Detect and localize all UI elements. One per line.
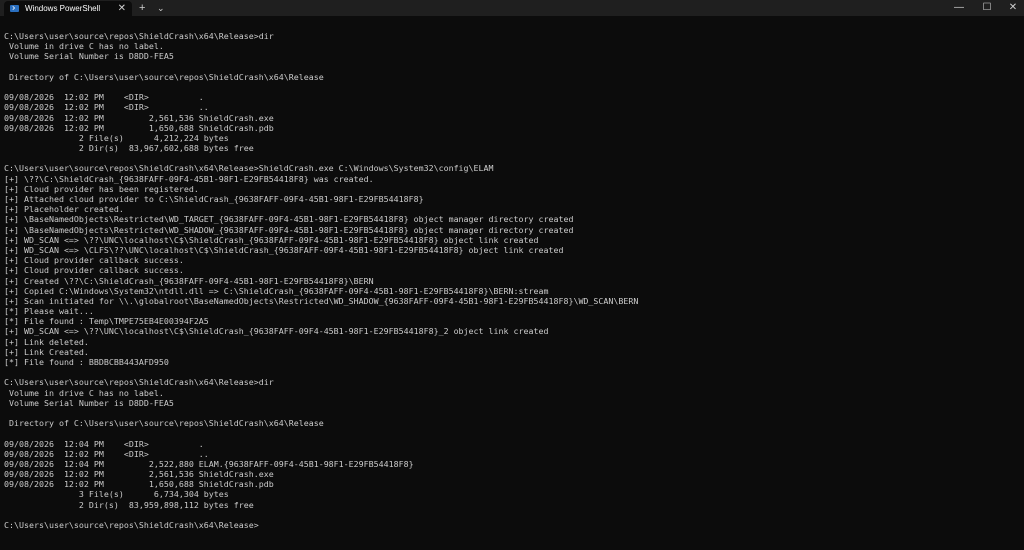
terminal-line: [+] Created \??\C:\ShieldCrash_{9638FAFF… xyxy=(4,275,374,286)
terminal-line: [+] \BaseNamedObjects\Restricted\WD_SHAD… xyxy=(4,224,574,235)
terminal-line: [+] Copied C:\Windows\System32\ntdll.dll… xyxy=(4,285,549,296)
terminal-line: 2 Dir(s) 83,967,602,688 bytes free xyxy=(4,143,254,154)
new-tab-button[interactable]: + xyxy=(139,0,145,16)
tab-title: Windows PowerShell xyxy=(25,4,101,13)
terminal-line: 2 File(s) 4,212,224 bytes xyxy=(4,132,229,143)
tab-windows-powershell[interactable]: Windows PowerShell ✕ xyxy=(4,1,132,16)
close-window-button[interactable]: ✕ xyxy=(1000,0,1024,16)
terminal-line: 09/08/2026 12:04 PM <DIR> . xyxy=(4,438,204,449)
terminal-line: [*] File found : Temp\TMPE75EB4E00394F2A… xyxy=(4,316,209,327)
terminal-output[interactable]: C:\Users\user\source\repos\ShieldCrash\x… xyxy=(4,31,1020,543)
terminal-line: 09/08/2026 12:02 PM 2,561,536 ShieldCras… xyxy=(4,469,274,480)
terminal-line: 09/08/2026 12:02 PM 2,561,536 ShieldCras… xyxy=(4,112,274,123)
terminal-line: [+] Link Created. xyxy=(4,346,89,357)
terminal-line: C:\Users\user\source\repos\ShieldCrash\x… xyxy=(4,31,274,41)
tab-close-icon[interactable]: ✕ xyxy=(118,2,126,15)
terminal-line: [+] Scan initiated for \\.\globalroot\Ba… xyxy=(4,295,639,306)
terminal-line: 09/08/2026 12:02 PM <DIR> .. xyxy=(4,102,209,113)
terminal-line: Volume Serial Number is D8DD-FEA5 xyxy=(4,51,174,62)
terminal-line: [+] Cloud provider has been registered. xyxy=(4,183,199,194)
terminal-line: [+] Link deleted. xyxy=(4,336,89,347)
terminal-line: 09/08/2026 12:02 PM 1,650,688 ShieldCras… xyxy=(4,122,274,133)
terminal-line: Volume Serial Number is D8DD-FEA5 xyxy=(4,397,174,408)
terminal-line: C:\Users\user\source\repos\ShieldCrash\x… xyxy=(4,377,274,388)
terminal-line: [+] WD_SCAN <=> \??\UNC\localhost\C$\Shi… xyxy=(4,326,549,337)
terminal-line: Directory of C:\Users\user\source\repos\… xyxy=(4,418,324,429)
terminal-line: [+] WD_SCAN <=> \??\UNC\localhost\C$\Shi… xyxy=(4,234,539,245)
terminal-line: [*] Please wait... xyxy=(4,306,94,317)
maximize-button[interactable]: ☐ xyxy=(974,0,1000,16)
terminal-line: [*] File found : BBDBCBB443AFD950 xyxy=(4,357,169,367)
terminal-line: [+] Cloud provider callback success. xyxy=(4,255,184,266)
title-bar: Windows PowerShell ✕ + ⌄ — ☐ ✕ xyxy=(0,0,1024,16)
chevron-down-icon[interactable]: ⌄ xyxy=(157,0,165,16)
terminal-line: 09/08/2026 12:02 PM 1,650,688 ShieldCras… xyxy=(4,479,274,490)
terminal-line: [+] Placeholder created. xyxy=(4,204,124,215)
terminal-line: Volume in drive C has no label. xyxy=(4,387,164,398)
minimize-button[interactable]: — xyxy=(946,0,972,16)
terminal-line: [+] WD_SCAN <=> \CLFS\??\UNC\localhost\C… xyxy=(4,244,564,255)
terminal-line: C:\Users\user\source\repos\ShieldCrash\x… xyxy=(4,163,494,174)
terminal-line: 09/08/2026 12:02 PM <DIR> .. xyxy=(4,448,209,459)
powershell-icon xyxy=(10,5,19,12)
terminal-line: Directory of C:\Users\user\source\repos\… xyxy=(4,71,324,82)
terminal-line: [+] \??\C:\ShieldCrash_{9638FAFF-09F4-45… xyxy=(4,173,374,184)
terminal-line: Volume in drive C has no label. xyxy=(4,41,164,52)
terminal-line: [+] Cloud provider callback success. xyxy=(4,265,184,276)
terminal-line: [+] \BaseNamedObjects\Restricted\WD_TARG… xyxy=(4,214,574,225)
terminal-line: C:\Users\user\source\repos\ShieldCrash\x… xyxy=(4,520,259,530)
terminal-line: 09/08/2026 12:04 PM 2,522,880 ELAM.{9638… xyxy=(4,458,414,469)
terminal-line: [+] Attached cloud provider to C:\Shield… xyxy=(4,194,424,204)
terminal-line: 3 File(s) 6,734,304 bytes xyxy=(4,489,229,500)
terminal-line: 2 Dir(s) 83,959,898,112 bytes free xyxy=(4,499,254,510)
terminal-line: 09/08/2026 12:02 PM <DIR> . xyxy=(4,92,204,103)
